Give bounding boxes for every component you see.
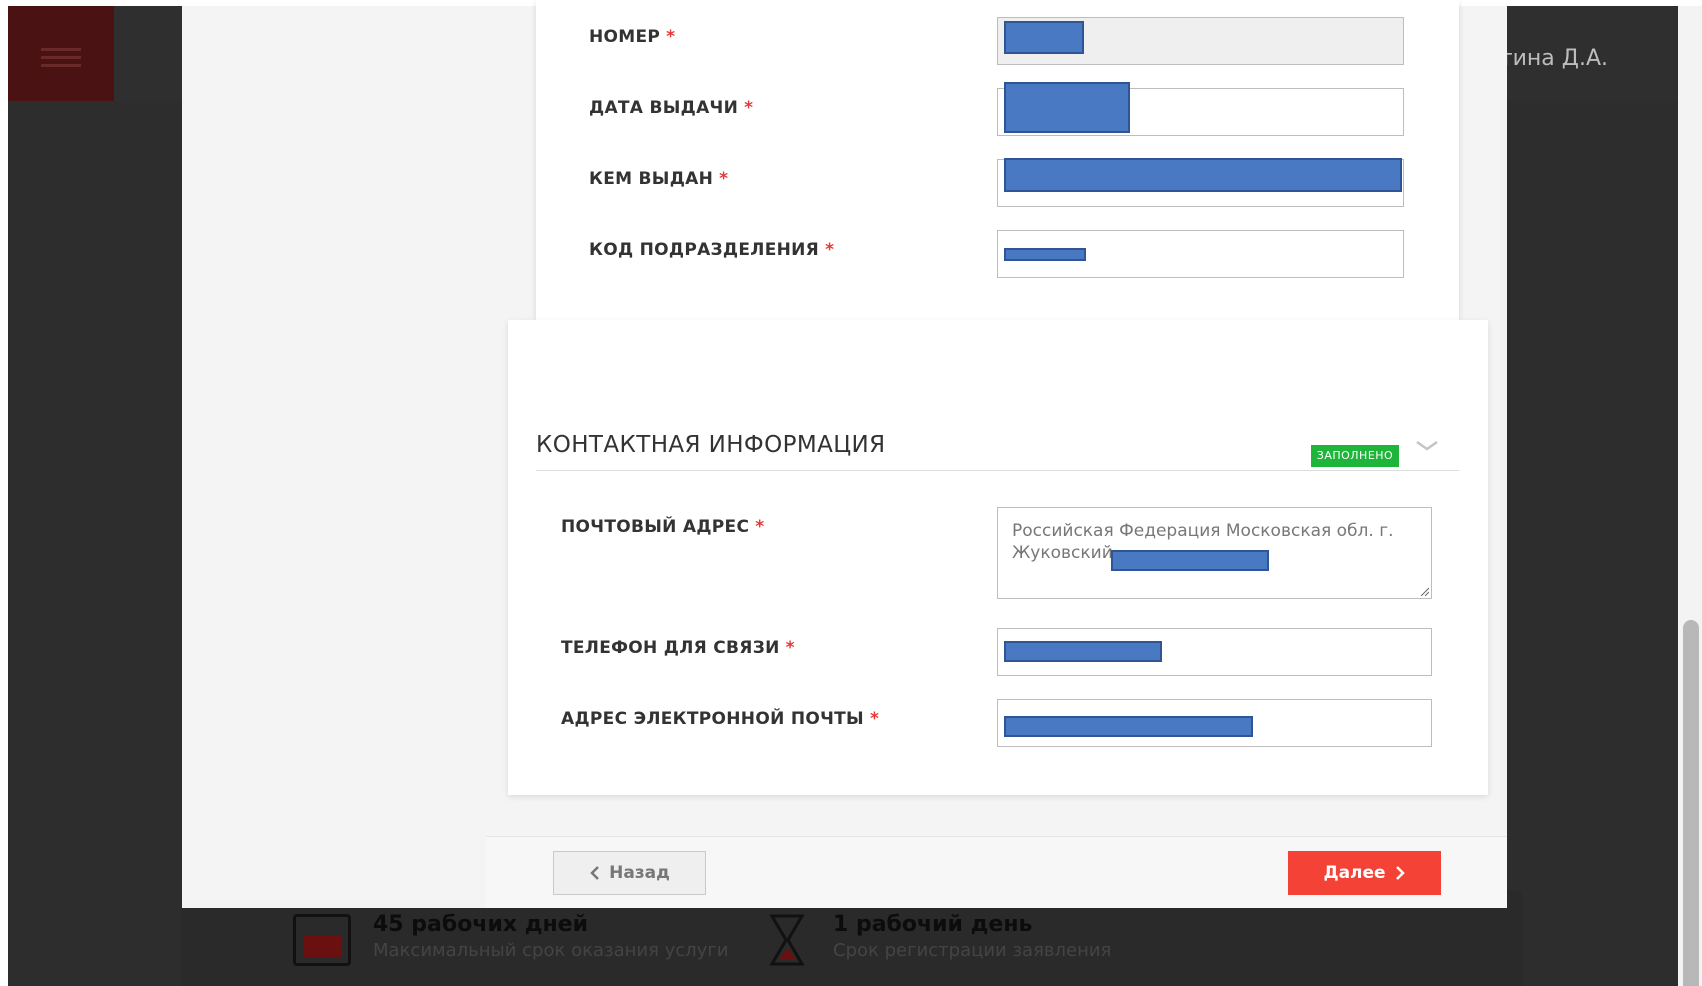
hourglass-icon (769, 914, 805, 966)
registration-duration-caption: Срок регистрации заявления (833, 940, 1112, 961)
contact-section-title: КОНТАКТНАЯ ИНФОРМАЦИЯ (536, 432, 886, 458)
email-field[interactable] (997, 699, 1432, 747)
issue-date-field[interactable] (997, 82, 1404, 136)
redacted-value (1004, 21, 1084, 54)
phone-field[interactable] (997, 628, 1432, 676)
number-field[interactable] (997, 17, 1404, 65)
postal-address-field[interactable]: Российская Федерация Московская обл. г. … (997, 507, 1432, 599)
chevron-down-icon[interactable] (1414, 436, 1440, 456)
service-duration-value: 45 рабочих дней (373, 912, 589, 937)
redacted-value (1004, 82, 1130, 133)
service-duration-caption: Максимальный срок оказания услуги (373, 940, 729, 961)
back-button-label: Назад (609, 863, 670, 883)
redacted-value (1004, 641, 1162, 662)
department-code-field[interactable] (997, 230, 1404, 278)
department-code-label: КОД ПОДРАЗДЕЛЕНИЯ * (589, 240, 835, 260)
issued-by-label: КЕМ ВЫДАН * (589, 169, 729, 189)
postal-address-label: ПОЧТОВЫЙ АДРЕС * (561, 517, 765, 537)
back-button[interactable]: Назад (553, 851, 706, 895)
section-divider (536, 470, 1459, 471)
redacted-value (1004, 158, 1402, 192)
redacted-value (1004, 248, 1086, 261)
chevron-right-icon (1395, 866, 1405, 880)
scrollbar-thumb[interactable] (1683, 620, 1699, 986)
next-button[interactable]: Далее (1288, 851, 1441, 895)
issue-date-label: ДАТА ВЫДАЧИ * (589, 98, 754, 118)
redacted-value (1111, 550, 1269, 571)
chevron-left-icon (590, 866, 599, 880)
number-label: НОМЕР * (589, 27, 676, 47)
calendar-icon (293, 914, 351, 966)
status-badge: ЗАПОЛНЕНО (1311, 445, 1399, 467)
phone-label: ТЕЛЕФОН ДЛЯ СВЯЗИ * (561, 638, 795, 658)
hamburger-menu-icon (8, 6, 114, 101)
resize-handle-icon[interactable] (1419, 586, 1429, 596)
next-button-label: Далее (1323, 863, 1386, 883)
email-label: АДРЕС ЭЛЕКТРОННОЙ ПОЧТЫ * (561, 709, 880, 729)
redacted-value (1004, 716, 1253, 737)
registration-duration-value: 1 рабочий день (833, 912, 1033, 937)
issued-by-field[interactable] (997, 158, 1404, 207)
